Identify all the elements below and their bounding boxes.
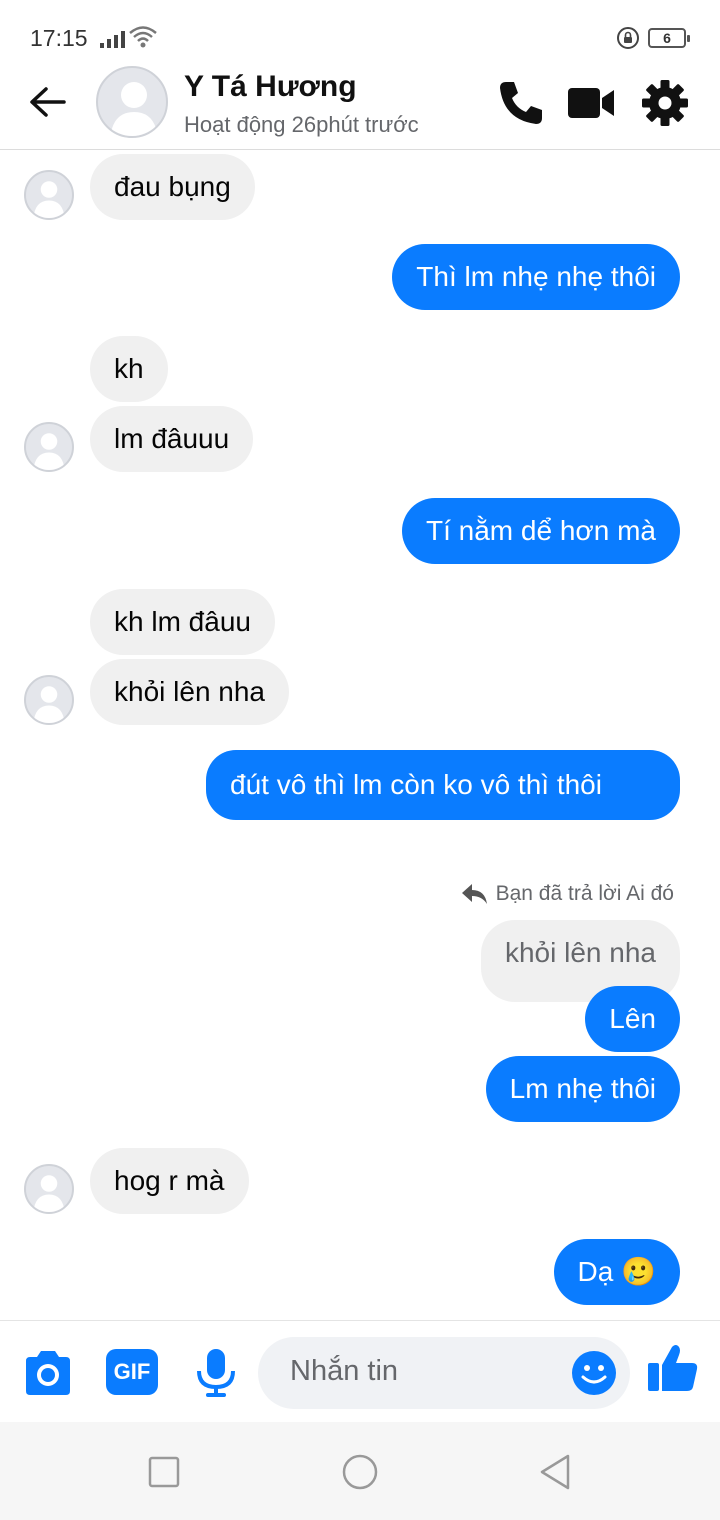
- status-bar: 17:15 6: [0, 0, 720, 68]
- microphone-icon[interactable]: [190, 1347, 242, 1399]
- incoming-message[interactable]: khỏi lên nha: [90, 659, 290, 725]
- rotation-lock-icon: [617, 27, 639, 49]
- incoming-message[interactable]: đau bụng: [90, 154, 255, 220]
- outgoing-message[interactable]: Dạ 🥲: [553, 1239, 680, 1305]
- system-nav-bar: [0, 1422, 720, 1520]
- status-time: 17:15: [30, 25, 88, 51]
- person-silhouette-icon: [33, 433, 65, 470]
- incoming-message[interactable]: hog r mà: [90, 1148, 249, 1214]
- gear-icon[interactable]: [640, 78, 690, 128]
- reply-indicator: Bạn đã trả lời Ai đó: [460, 882, 674, 906]
- outgoing-message[interactable]: đút vô thì lm còn ko vô thì thôi: [206, 750, 680, 820]
- incoming-message[interactable]: lm đâuuu: [90, 406, 254, 472]
- back-nav-icon[interactable]: [536, 1452, 576, 1492]
- sender-avatar[interactable]: [24, 422, 74, 472]
- incoming-message[interactable]: kh: [90, 336, 168, 402]
- chat-header: Y Tá Hương Hoạt động 26phút trước: [0, 60, 720, 150]
- phone-icon[interactable]: [496, 78, 546, 128]
- outgoing-message[interactable]: Lm nhẹ thôi: [485, 1056, 680, 1122]
- sender-avatar[interactable]: [24, 170, 74, 220]
- emoji-icon[interactable]: [570, 1349, 618, 1397]
- video-camera-icon[interactable]: [566, 78, 616, 128]
- contact-avatar[interactable]: [96, 66, 168, 138]
- signal-icon: [100, 30, 125, 48]
- reply-label-text: Bạn đã trả lời Ai đó: [495, 882, 674, 905]
- message-input[interactable]: Nhắn tin: [258, 1337, 630, 1409]
- home-icon[interactable]: [340, 1452, 380, 1492]
- outgoing-message[interactable]: Lên: [585, 986, 680, 1052]
- battery-indicator: 6: [648, 28, 690, 48]
- sender-avatar[interactable]: [24, 1164, 74, 1214]
- message-composer: GIF Nhắn tin: [0, 1320, 720, 1422]
- person-silhouette-icon: [33, 181, 65, 218]
- incoming-message[interactable]: kh lm đâuu: [90, 589, 275, 655]
- back-arrow-icon[interactable]: [26, 82, 70, 122]
- smiling-face-with-tear-emoji: 🥲: [621, 1256, 656, 1287]
- person-silhouette-icon: [110, 82, 158, 136]
- thumbs-up-icon[interactable]: [644, 1341, 700, 1397]
- battery-level: 6: [663, 30, 671, 46]
- camera-icon[interactable]: [22, 1347, 74, 1399]
- sender-avatar[interactable]: [24, 675, 74, 725]
- person-silhouette-icon: [33, 1175, 65, 1212]
- message-text: Dạ: [577, 1256, 614, 1287]
- gif-icon[interactable]: GIF: [106, 1349, 158, 1395]
- person-silhouette-icon: [33, 686, 65, 723]
- recent-apps-icon[interactable]: [144, 1452, 184, 1492]
- contact-name[interactable]: Y Tá Hương: [184, 70, 357, 104]
- wifi-icon: [129, 26, 157, 48]
- reply-arrow-icon: [461, 884, 487, 904]
- contact-active-status: Hoạt động 26phút trước: [184, 112, 419, 137]
- gif-label: GIF: [113, 1359, 151, 1384]
- outgoing-message[interactable]: Tí nằm dể hơn mà: [401, 498, 680, 564]
- message-list[interactable]: đau bụng Thì lm nhẹ nhẹ thôi kh lm đâuuu…: [0, 150, 720, 1318]
- message-input-placeholder: Nhắn tin: [290, 1355, 399, 1387]
- outgoing-message[interactable]: Thì lm nhẹ nhẹ thôi: [392, 244, 680, 310]
